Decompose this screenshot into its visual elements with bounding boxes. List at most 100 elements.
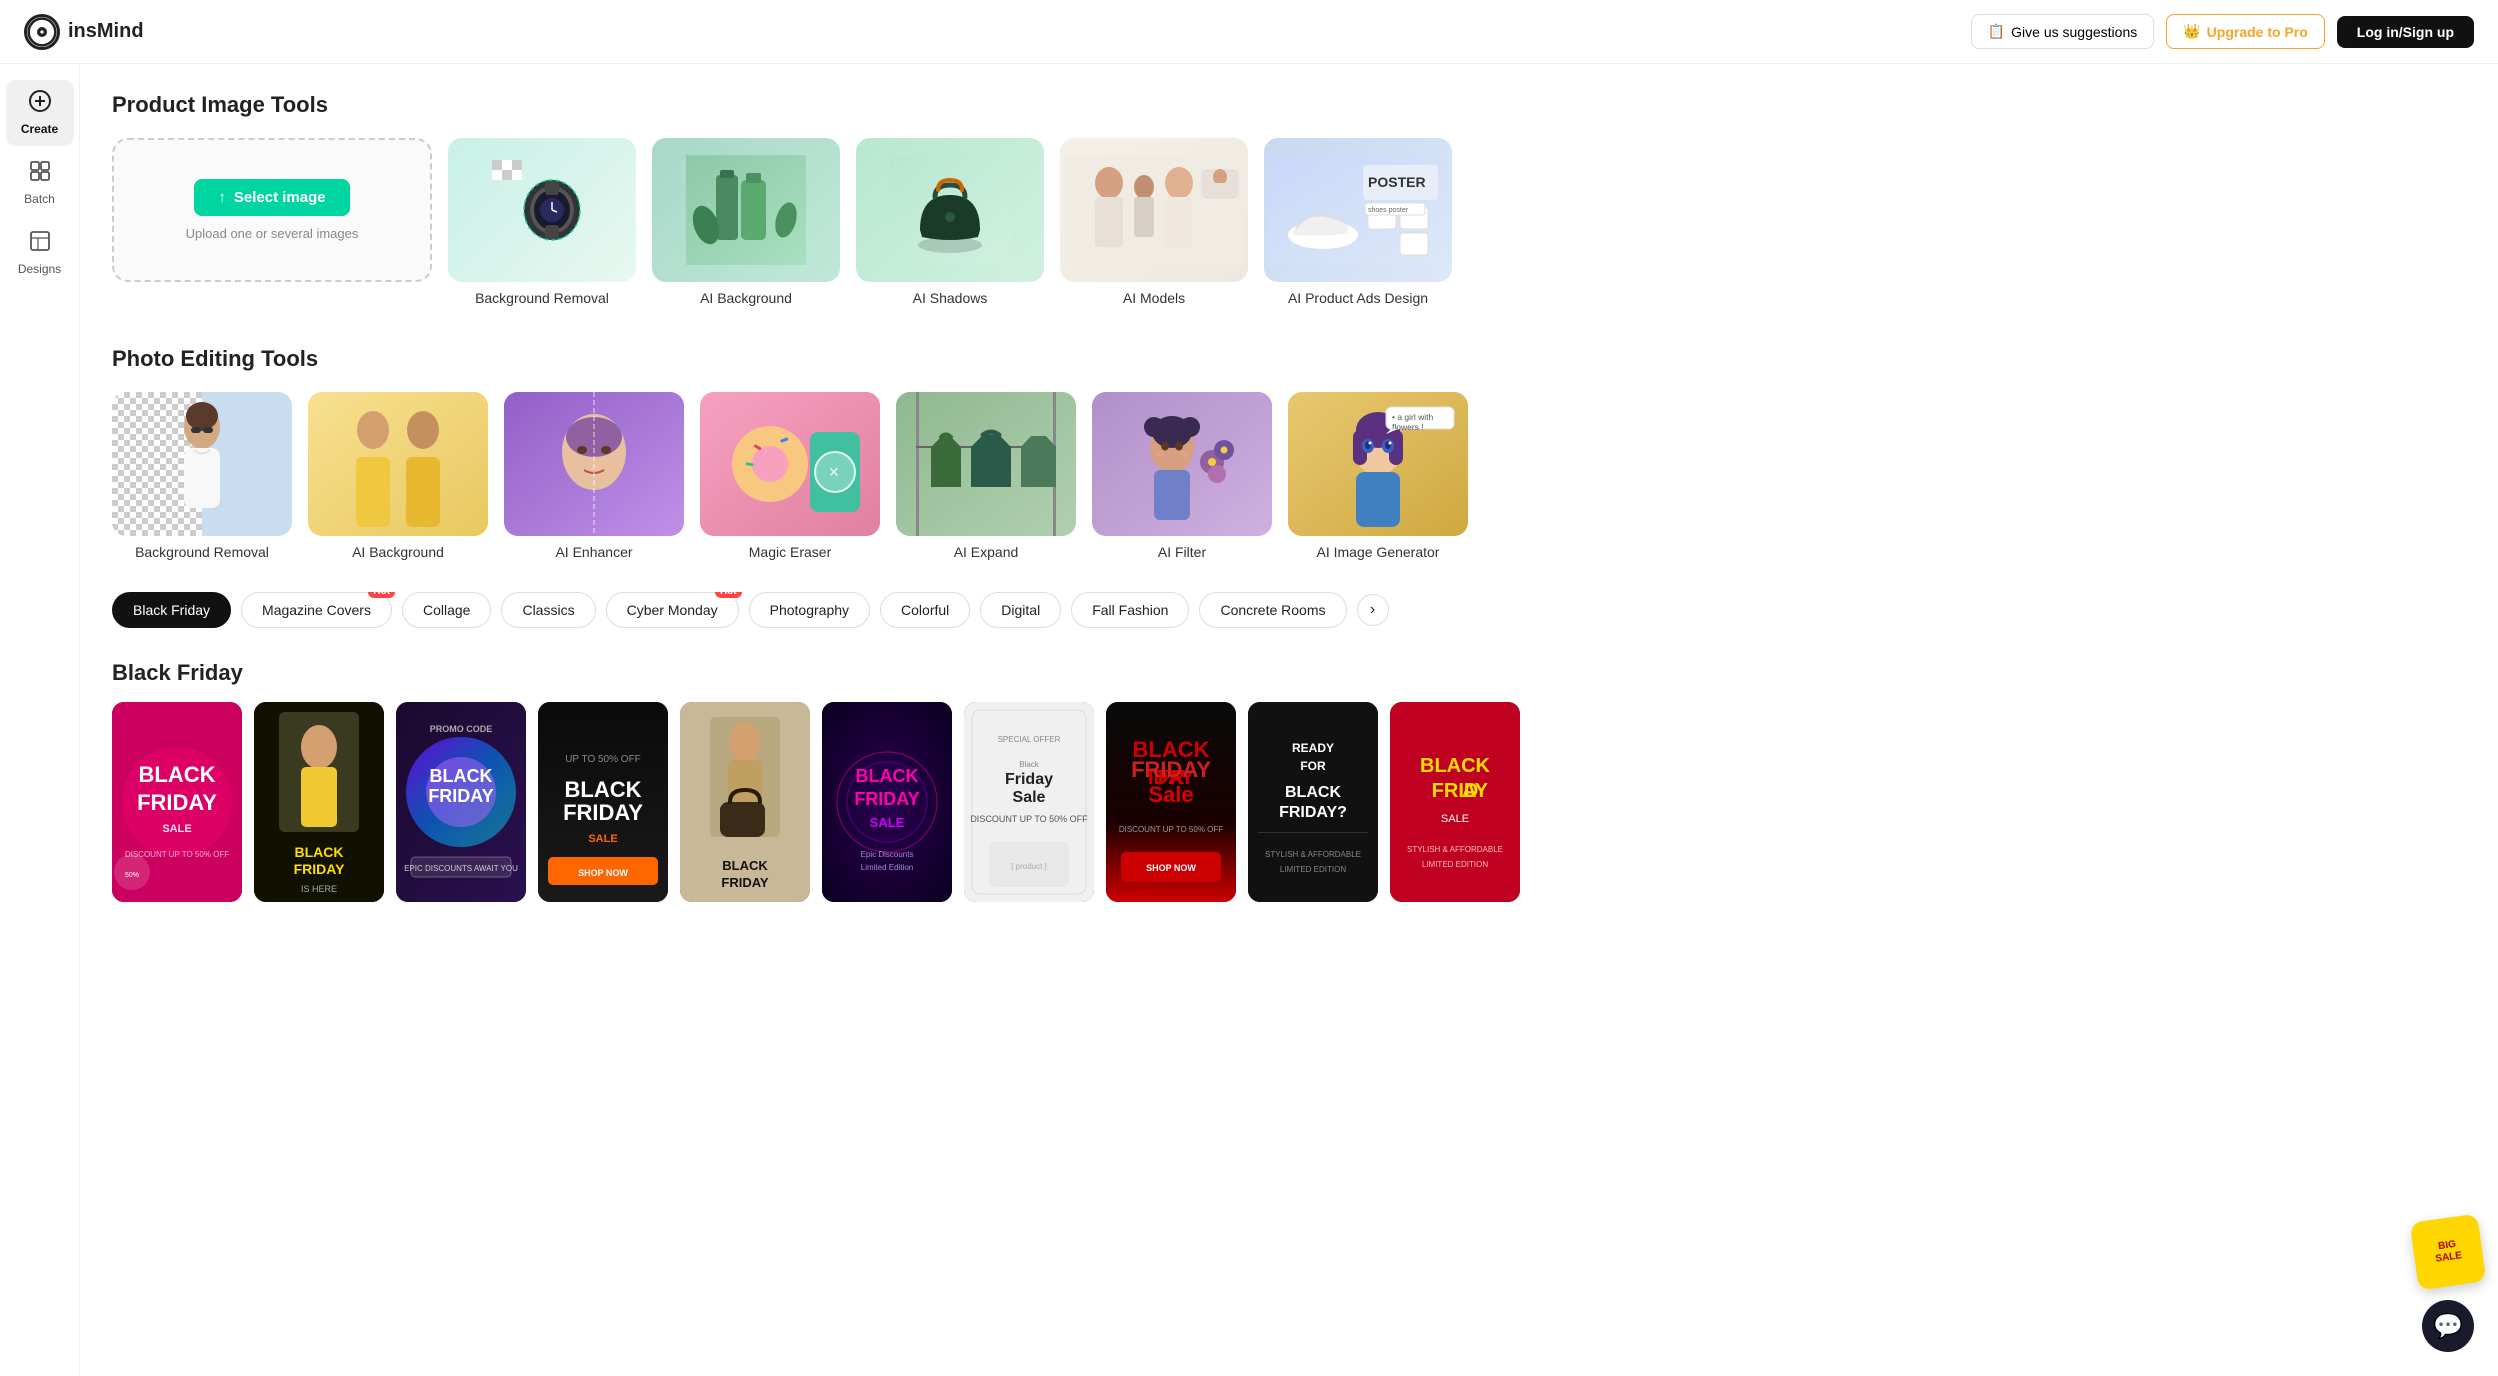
filter-next-arrow[interactable]: › bbox=[1357, 594, 1389, 626]
svg-text:FRIDAY: FRIDAY bbox=[428, 786, 493, 806]
svg-text:BLACK: BLACK bbox=[139, 762, 216, 787]
tool-img-ai-bg bbox=[652, 138, 840, 282]
template-bf2[interactable]: BLACK FRIDAY IS HERE bbox=[254, 702, 384, 902]
svg-text:flowers !: flowers ! bbox=[1392, 422, 1424, 432]
filter-tab-classics[interactable]: Classics bbox=[501, 592, 595, 628]
sidebar-item-designs[interactable]: Designs bbox=[6, 220, 74, 286]
filter-label-cyber-monday: Cyber Monday bbox=[627, 602, 718, 618]
svg-text:PROMO CODE: PROMO CODE bbox=[430, 724, 493, 734]
svg-text:Sale: Sale bbox=[1148, 782, 1193, 807]
photo-label-image-gen: AI Image Generator bbox=[1288, 544, 1468, 560]
photo-tool-ai-filter[interactable]: AI Filter bbox=[1092, 392, 1272, 560]
tool-img-ai-models bbox=[1060, 138, 1248, 282]
suggest-button[interactable]: 📋 Give us suggestions bbox=[1971, 14, 2155, 49]
filter-tab-digital[interactable]: Digital bbox=[980, 592, 1061, 628]
svg-text:Sale: Sale bbox=[1013, 789, 1046, 806]
photo-tool-enhancer[interactable]: AI Enhancer bbox=[504, 392, 684, 560]
chat-fab[interactable]: 💬 bbox=[2422, 1300, 2474, 1352]
tool-label-ai-models: AI Models bbox=[1060, 290, 1248, 306]
svg-text:BLACK: BLACK bbox=[856, 766, 919, 786]
product-tools-title: Product Image Tools bbox=[112, 92, 2466, 118]
filter-tab-black-friday[interactable]: Black Friday bbox=[112, 592, 231, 628]
filter-tab-cyber-monday[interactable]: Hot Cyber Monday bbox=[606, 592, 739, 628]
filter-label-magazine: Magazine Covers bbox=[262, 602, 371, 618]
filter-tab-photography[interactable]: Photography bbox=[749, 592, 870, 628]
svg-text:STYLISH & AFFORDABLE: STYLISH & AFFORDABLE bbox=[1265, 850, 1361, 859]
svg-text:LIMITED EDITION: LIMITED EDITION bbox=[1280, 865, 1346, 874]
svg-text:FRIDAY: FRIDAY bbox=[294, 861, 345, 877]
template-bf3[interactable]: PROMO CODE BLACK FRIDAY EPIC DISCOUNTS A… bbox=[396, 702, 526, 902]
photo-tool-bg-removal[interactable]: Background Removal bbox=[112, 392, 292, 560]
login-button[interactable]: Log in/Sign up bbox=[2337, 16, 2474, 48]
photo-label-bg-removal: Background Removal bbox=[112, 544, 292, 560]
photo-img-ai-expand bbox=[896, 392, 1076, 536]
tool-label-ai-shadows: AI Shadows bbox=[856, 290, 1044, 306]
filter-tab-colorful[interactable]: Colorful bbox=[880, 592, 970, 628]
photo-tool-image-gen[interactable]: • a girl with flowers ! AI Image Generat… bbox=[1288, 392, 1468, 560]
tool-card-bg-removal[interactable]: Background Removal bbox=[448, 138, 636, 306]
svg-text:• a girl with: • a girl with bbox=[1392, 412, 1434, 422]
tool-card-ai-bg[interactable]: AI Background bbox=[652, 138, 840, 306]
tool-card-ai-models[interactable]: AI Models bbox=[1060, 138, 1248, 306]
plus-icon bbox=[29, 90, 51, 118]
black-friday-title: Black Friday bbox=[112, 660, 2466, 686]
logo[interactable]: insMind bbox=[24, 14, 144, 50]
app-layout: Create Batch Designs bbox=[0, 64, 2498, 1376]
filter-tabs: Black Friday Hot Magazine Covers Collage… bbox=[112, 592, 2466, 632]
filter-label-digital: Digital bbox=[1001, 602, 1040, 618]
chat-icon: 💬 bbox=[2433, 1312, 2463, 1341]
photo-tool-ai-bg[interactable]: AI Background bbox=[308, 392, 488, 560]
template-bf10[interactable]: BLACK FRID AY SALE STYLISH & AFFORDABLE … bbox=[1390, 702, 1520, 902]
filter-tab-magazine[interactable]: Hot Magazine Covers bbox=[241, 592, 392, 628]
photo-tool-ai-expand[interactable]: AI Expand bbox=[896, 392, 1076, 560]
svg-text:SPECIAL OFFER: SPECIAL OFFER bbox=[998, 735, 1061, 744]
filter-tab-concrete-rooms[interactable]: Concrete Rooms bbox=[1199, 592, 1346, 628]
svg-text:[ product ]: [ product ] bbox=[1011, 862, 1047, 871]
photo-img-image-gen: • a girl with flowers ! bbox=[1288, 392, 1468, 536]
tool-card-ai-product-ads[interactable]: POSTER shoes poster bbox=[1264, 138, 1452, 306]
template-bf6[interactable]: BLACK FRIDAY SALE Epic Discounts Limited… bbox=[822, 702, 952, 902]
filter-tab-collage[interactable]: Collage bbox=[402, 592, 491, 628]
photo-label-ai-bg: AI Background bbox=[308, 544, 488, 560]
svg-text:Black: Black bbox=[1019, 760, 1040, 769]
select-image-label: Select image bbox=[234, 189, 326, 206]
template-bf9[interactable]: READY FOR BLACK FRIDAY? STYLISH & AFFORD… bbox=[1248, 702, 1378, 902]
svg-text:FOR: FOR bbox=[1300, 759, 1326, 773]
tool-label-ai-bg: AI Background bbox=[652, 290, 840, 306]
photo-label-ai-expand: AI Expand bbox=[896, 544, 1076, 560]
sidebar-item-create[interactable]: Create bbox=[6, 80, 74, 146]
select-image-button[interactable]: ↑ Select image bbox=[194, 179, 349, 216]
template-bf7[interactable]: SPECIAL OFFER Black Friday Sale DISCOUNT… bbox=[964, 702, 1094, 902]
sidebar-item-batch[interactable]: Batch bbox=[6, 150, 74, 216]
upgrade-button[interactable]: 👑 Upgrade to Pro bbox=[2166, 14, 2325, 49]
tool-img-ai-shadows bbox=[856, 138, 1044, 282]
svg-text:SALE: SALE bbox=[1441, 813, 1469, 825]
template-bf4[interactable]: UP TO 50% OFF BLACK FRIDAY SALE SHOP NOW bbox=[538, 702, 668, 902]
filter-label-colorful: Colorful bbox=[901, 602, 949, 618]
photo-tool-magic-eraser[interactable]: ✕ Magic Eraser bbox=[700, 392, 880, 560]
sidebar: Create Batch Designs bbox=[0, 64, 80, 1376]
photo-img-ai-bg bbox=[308, 392, 488, 536]
logo-icon bbox=[24, 14, 60, 50]
logo-text: insMind bbox=[68, 20, 144, 43]
svg-text:Limited Edition: Limited Edition bbox=[861, 863, 913, 872]
tool-label-bg-removal: Background Removal bbox=[448, 290, 636, 306]
suggest-label: Give us suggestions bbox=[2011, 24, 2137, 40]
filter-tab-fall-fashion[interactable]: Fall Fashion bbox=[1071, 592, 1189, 628]
photo-img-bg-removal bbox=[112, 392, 292, 536]
template-bf8[interactable]: BLACK FR IDAY FRIDAY Sale DISCOUNT UP TO… bbox=[1106, 702, 1236, 902]
upload-card[interactable]: ↑ Select image Upload one or several ima… bbox=[112, 138, 432, 282]
template-bf1[interactable]: BLACK FRIDAY SALE DISCOUNT UP TO 50% OFF… bbox=[112, 702, 242, 902]
template-bf5[interactable]: BLACK FRIDAY bbox=[680, 702, 810, 902]
svg-text:EPIC DISCOUNTS AWAIT YOU: EPIC DISCOUNTS AWAIT YOU bbox=[404, 864, 518, 873]
sidebar-create-label: Create bbox=[21, 122, 58, 136]
photo-img-ai-filter bbox=[1092, 392, 1272, 536]
product-tools-row: ↑ Select image Upload one or several ima… bbox=[112, 138, 2466, 306]
svg-text:FRIDAY?: FRIDAY? bbox=[1279, 804, 1347, 821]
upload-sub-label: Upload one or several images bbox=[186, 226, 359, 241]
tool-card-ai-shadows[interactable]: AI Shadows bbox=[856, 138, 1044, 306]
svg-text:IS HERE: IS HERE bbox=[301, 884, 337, 894]
promo-badge[interactable]: BIGSALE bbox=[2410, 1214, 2487, 1291]
hot-badge-cyber-monday: Hot bbox=[715, 592, 742, 598]
filter-label-collage: Collage bbox=[423, 602, 470, 618]
